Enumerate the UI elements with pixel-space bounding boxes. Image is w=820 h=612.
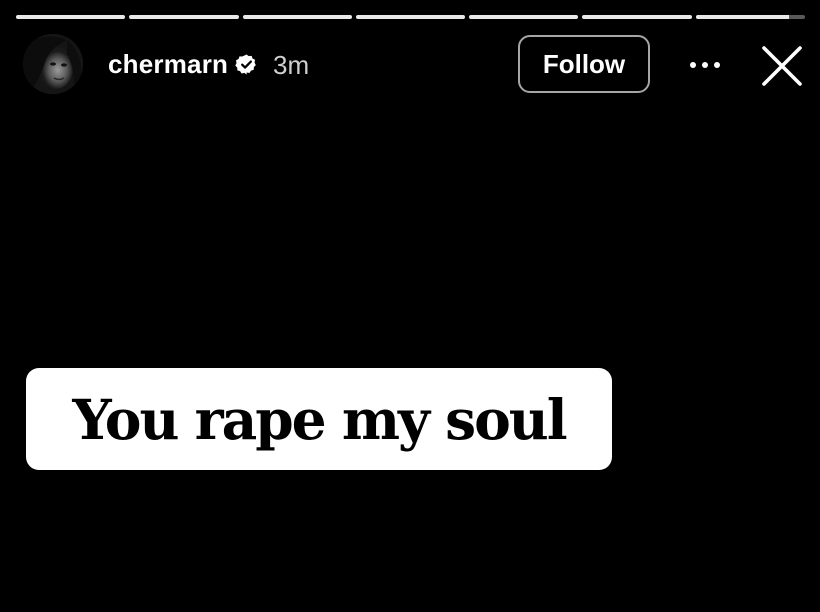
story-progress-fill bbox=[129, 15, 239, 19]
story-progress-segment bbox=[242, 15, 352, 19]
story-progress-fill bbox=[695, 15, 789, 19]
story-progress-bar bbox=[16, 15, 805, 19]
story-progress-segment bbox=[16, 15, 126, 19]
story-progress-fill bbox=[355, 15, 466, 19]
story-progress-segment bbox=[355, 15, 466, 19]
story-progress-segment bbox=[469, 15, 579, 19]
story-progress-segment bbox=[695, 15, 805, 19]
verified-badge-icon bbox=[235, 54, 256, 75]
timestamp: 3m bbox=[273, 50, 310, 80]
username[interactable]: chermarn bbox=[108, 49, 228, 80]
story-progress-fill bbox=[242, 15, 352, 19]
story-progress-fill bbox=[469, 15, 579, 19]
story-progress-segment bbox=[129, 15, 239, 19]
more-options-icon bbox=[690, 62, 720, 68]
follow-button[interactable]: Follow bbox=[518, 35, 650, 93]
close-icon[interactable] bbox=[760, 44, 804, 88]
avatar-photo bbox=[23, 34, 83, 94]
story-progress-fill bbox=[16, 15, 126, 19]
sticker-text: You rape my soul bbox=[72, 386, 567, 452]
more-options-button[interactable] bbox=[685, 48, 725, 82]
avatar[interactable] bbox=[23, 34, 83, 94]
story-progress-segment bbox=[582, 15, 692, 19]
text-sticker: You rape my soul bbox=[26, 368, 612, 470]
story-progress-fill bbox=[582, 15, 692, 19]
